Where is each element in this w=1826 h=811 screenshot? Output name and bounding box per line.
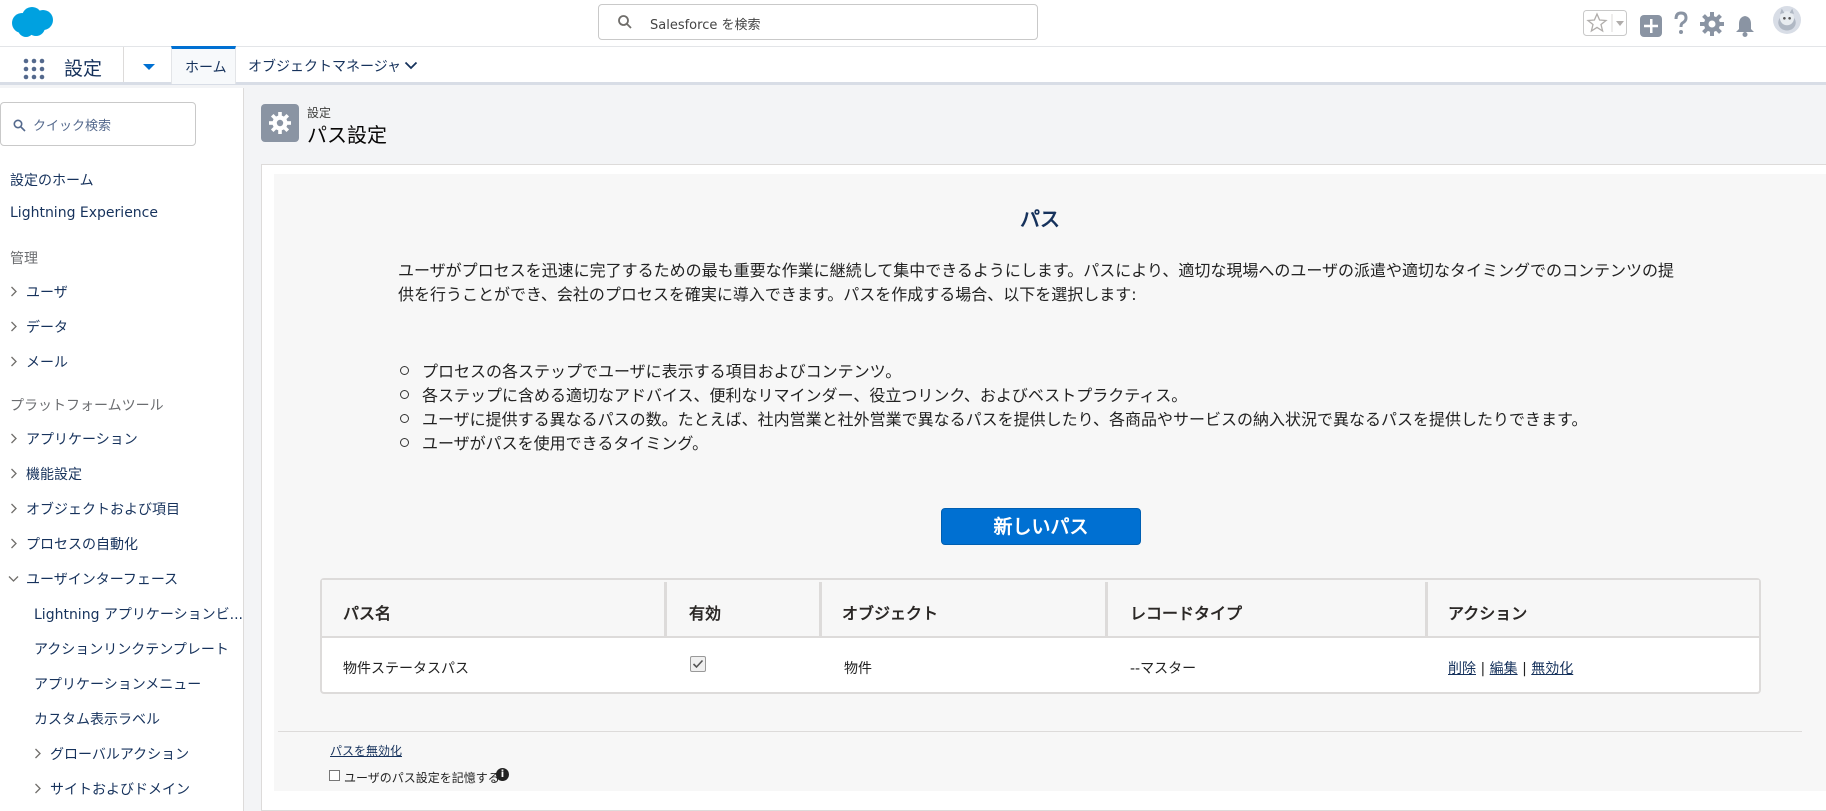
nav-menu-dropdown-icon[interactable]: [142, 63, 156, 71]
action-separator: |: [1480, 661, 1486, 677]
chevron-right-icon[interactable]: [10, 433, 18, 444]
new-path-button[interactable]: 新しいパス: [941, 508, 1141, 545]
list-item: ユーザがパスを使用できるタイミング。: [400, 430, 708, 454]
column-header-active[interactable]: 有効: [689, 600, 721, 624]
checkmark-icon: [692, 659, 704, 669]
app-launcher-icon[interactable]: [23, 58, 45, 80]
sidebar-item-data[interactable]: データ: [26, 317, 68, 337]
remember-settings-label[interactable]: ユーザのパス設定を記憶する: [344, 769, 500, 786]
sidebar-item-setup-home[interactable]: 設定のホーム: [10, 170, 94, 190]
setup-page-icon: [261, 104, 299, 142]
cell-object: 物件: [844, 661, 872, 677]
tab-object-manager[interactable]: オブジェクトマネージャ: [248, 56, 401, 76]
sidebar-subitem-custom-labels[interactable]: カスタム表示ラベル: [34, 709, 160, 729]
column-header-object[interactable]: オブジェクト: [842, 600, 938, 624]
table-header: パス名 有効 オブジェクト レコードタイプ アクション: [322, 580, 1759, 638]
bullet-text: 各ステップに含める適切なアドバイス、便利なリマインダー、役立つリンク、およびベス…: [422, 386, 1188, 405]
list-item: 各ステップに含める適切なアドバイス、便利なリマインダー、役立つリンク、およびベス…: [400, 382, 1187, 406]
active-checkbox: [690, 656, 706, 672]
bullet-text: プロセスの各ステップでユーザに表示する項目およびコンテンツ。: [422, 362, 902, 381]
sidebar-subitem-lightning-app-builder[interactable]: Lightning アプリケーションビ...: [34, 604, 243, 624]
global-search-input[interactable]: Salesforce を検索: [598, 4, 1038, 40]
column-header-actions[interactable]: アクション: [1448, 600, 1527, 624]
disable-path-link[interactable]: パスを無効化: [330, 742, 402, 759]
sidebar-item-user-interface[interactable]: ユーザインターフェース: [26, 569, 178, 589]
setup-gear-icon[interactable]: [1700, 10, 1724, 38]
sidebar-item-objects-and-fields[interactable]: オブジェクトおよび項目: [26, 499, 180, 519]
path-description: ユーザがプロセスを迅速に完了するための最も重要な作業に継続して集中できるようにし…: [398, 261, 1675, 304]
edit-link[interactable]: 編集: [1490, 661, 1518, 677]
sidebar-item-users[interactable]: ユーザ: [26, 282, 68, 302]
column-header-record-type[interactable]: レコードタイプ: [1130, 600, 1242, 624]
footer-divider: [278, 731, 1802, 732]
column-divider: [819, 582, 822, 636]
list-item: プロセスの各ステップでユーザに表示する項目およびコンテンツ。: [400, 358, 901, 382]
notifications-bell-icon[interactable]: [1735, 12, 1755, 40]
gear-icon: [269, 112, 291, 134]
search-icon: [13, 119, 26, 132]
favorites-icon[interactable]: [1583, 9, 1627, 37]
sidebar-item-process-automation[interactable]: プロセスの自動化: [26, 534, 138, 554]
salesforce-logo[interactable]: [10, 6, 56, 38]
chevron-right-icon[interactable]: [10, 503, 18, 514]
chevron-right-icon[interactable]: [10, 356, 18, 367]
nav-divider: [123, 47, 124, 82]
column-divider: [1425, 582, 1428, 636]
sidebar-section-admin: 管理: [10, 251, 38, 267]
app-title: 設定: [64, 58, 103, 80]
bullet-text: ユーザに提供する異なるパスの数。たとえば、社内営業と社外営業で異なるパスを提供し…: [422, 410, 1588, 429]
bullet-text: ユーザがパスを使用できるタイミング。: [422, 434, 709, 453]
action-separator: |: [1522, 661, 1527, 677]
cell-record-type: --マスター: [1130, 661, 1197, 677]
global-header: Salesforce を検索: [0, 0, 1826, 47]
deactivate-link[interactable]: 無効化: [1531, 661, 1573, 677]
sidebar-item-feature-settings[interactable]: 機能設定: [26, 464, 82, 484]
setup-sidebar: クイック検索: [0, 88, 244, 811]
page-title: パス設定: [307, 123, 387, 147]
quick-search-input[interactable]: クイック検索: [0, 102, 196, 146]
chevron-right-icon[interactable]: [34, 783, 42, 794]
column-divider: [1105, 582, 1108, 636]
quick-search-placeholder: クイック検索: [33, 119, 112, 134]
chevron-right-icon[interactable]: [10, 321, 18, 332]
search-icon: [618, 15, 632, 29]
sidebar-subitem-global-actions[interactable]: グローバルアクション: [50, 744, 189, 764]
chevron-right-icon[interactable]: [10, 468, 18, 479]
search-placeholder: Salesforce を検索: [650, 18, 761, 33]
help-icon[interactable]: [1672, 10, 1690, 38]
sidebar-subitem-sites-and-domains[interactable]: サイトおよびドメイン: [50, 779, 190, 799]
app-navigation-bar: 設定 ホーム オブジェクトマネージャ: [0, 46, 1826, 85]
sidebar-item-lightning-experience[interactable]: Lightning Experience: [10, 205, 158, 221]
tab-home[interactable]: ホーム: [171, 46, 236, 84]
column-header-path-name[interactable]: パス名: [343, 600, 391, 624]
delete-link[interactable]: 削除: [1448, 661, 1476, 677]
list-item: ユーザに提供する異なるパスの数。たとえば、社内営業と社外営業で異なるパスを提供し…: [400, 406, 1587, 430]
sidebar-subitem-action-link-templates[interactable]: アクションリンクテンプレート: [34, 639, 229, 659]
remember-settings-checkbox[interactable]: [329, 770, 340, 781]
chevron-down-icon[interactable]: [404, 61, 418, 70]
tab-home-label: ホーム: [185, 60, 227, 76]
sidebar-item-email[interactable]: メール: [26, 352, 68, 372]
chevron-right-icon[interactable]: [34, 748, 42, 759]
sidebar-subitem-app-menu[interactable]: アプリケーションメニュー: [34, 674, 201, 694]
chevron-down-icon[interactable]: [8, 575, 19, 583]
chevron-right-icon[interactable]: [10, 538, 18, 549]
cell-path-name: 物件ステータスパス: [343, 661, 469, 677]
paths-table: パス名 有効 オブジェクト レコードタイプ アクション 物件ステータスパス 物件…: [320, 578, 1761, 694]
info-icon[interactable]: i: [496, 768, 509, 781]
chevron-right-icon[interactable]: [10, 286, 18, 297]
global-create-icon[interactable]: [1640, 12, 1662, 40]
section-title: パス: [1020, 207, 1060, 231]
cell-actions: 削除 | 編集 | 無効化: [1448, 658, 1573, 678]
column-divider: [664, 582, 667, 636]
sidebar-item-apps[interactable]: アプリケーション: [26, 429, 138, 449]
user-avatar[interactable]: [1771, 6, 1803, 34]
sidebar-section-platform-tools: プラットフォームツール: [10, 398, 164, 414]
